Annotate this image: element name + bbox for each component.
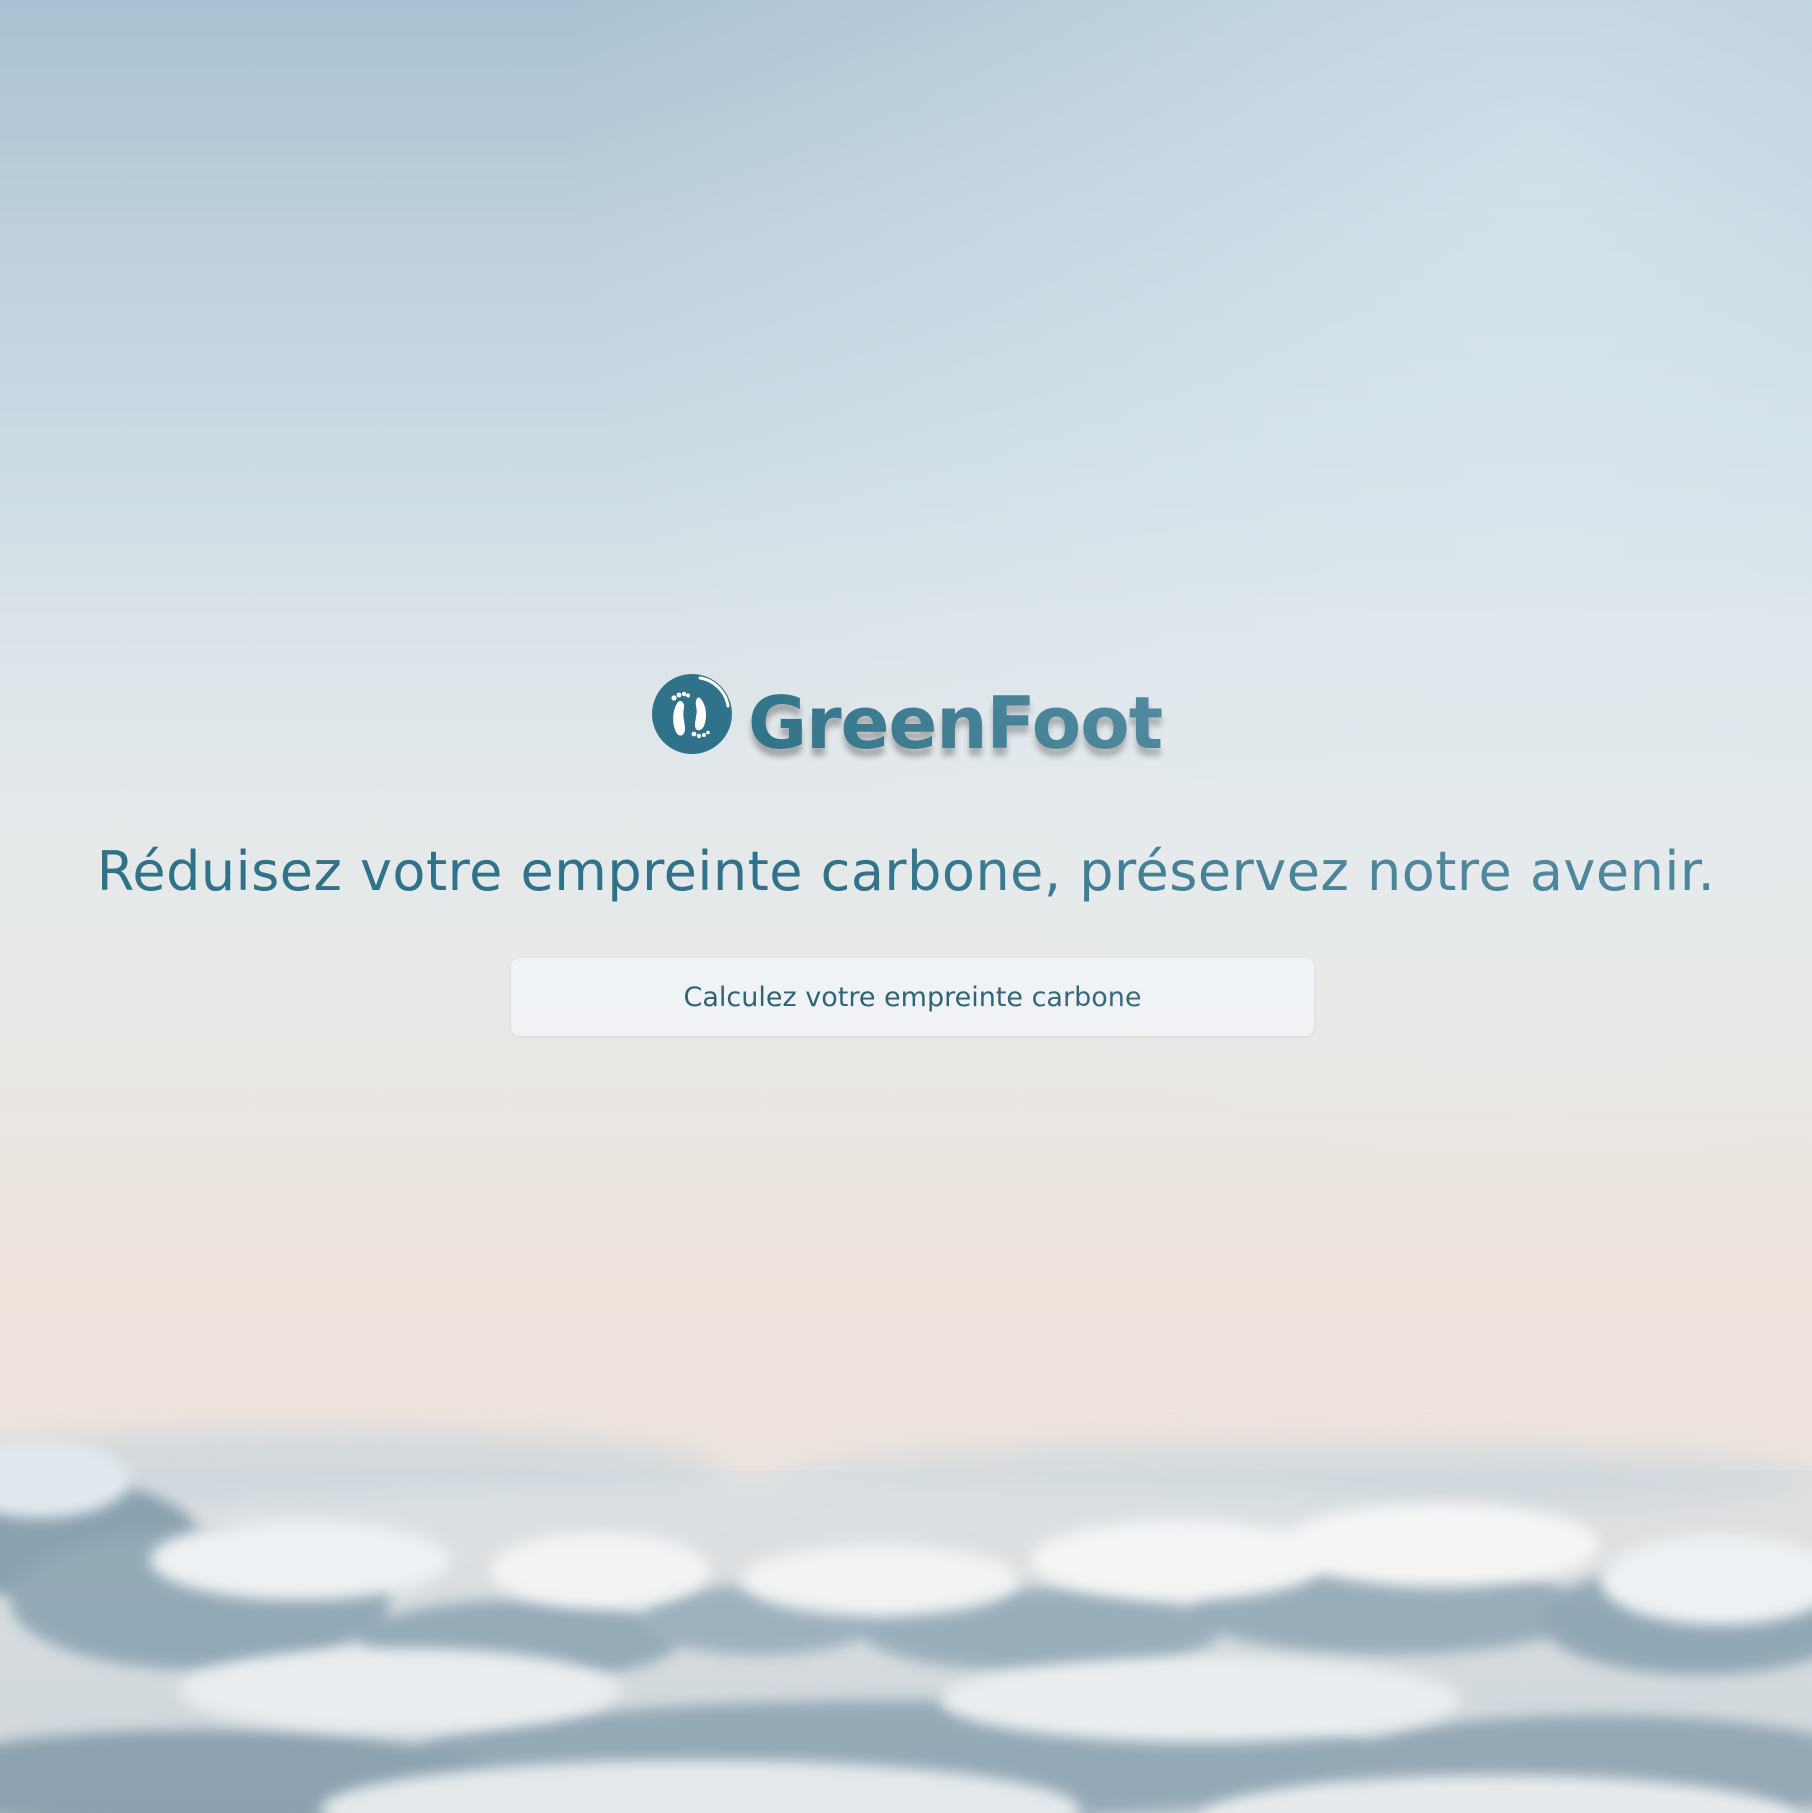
hero-section: GreenFoot Réduisez votre empreinte carbo… (0, 0, 1812, 1813)
footprints-icon (652, 674, 732, 754)
clouds-background (0, 1150, 1812, 1813)
calculate-footprint-button[interactable]: Calculez votre empreinte carbone (511, 958, 1314, 1036)
brand-header: GreenFoot (650, 668, 1163, 778)
hero-tagline: Réduisez votre empreinte carbone, préser… (96, 840, 1716, 903)
brand-name: GreenFoot (748, 681, 1163, 765)
